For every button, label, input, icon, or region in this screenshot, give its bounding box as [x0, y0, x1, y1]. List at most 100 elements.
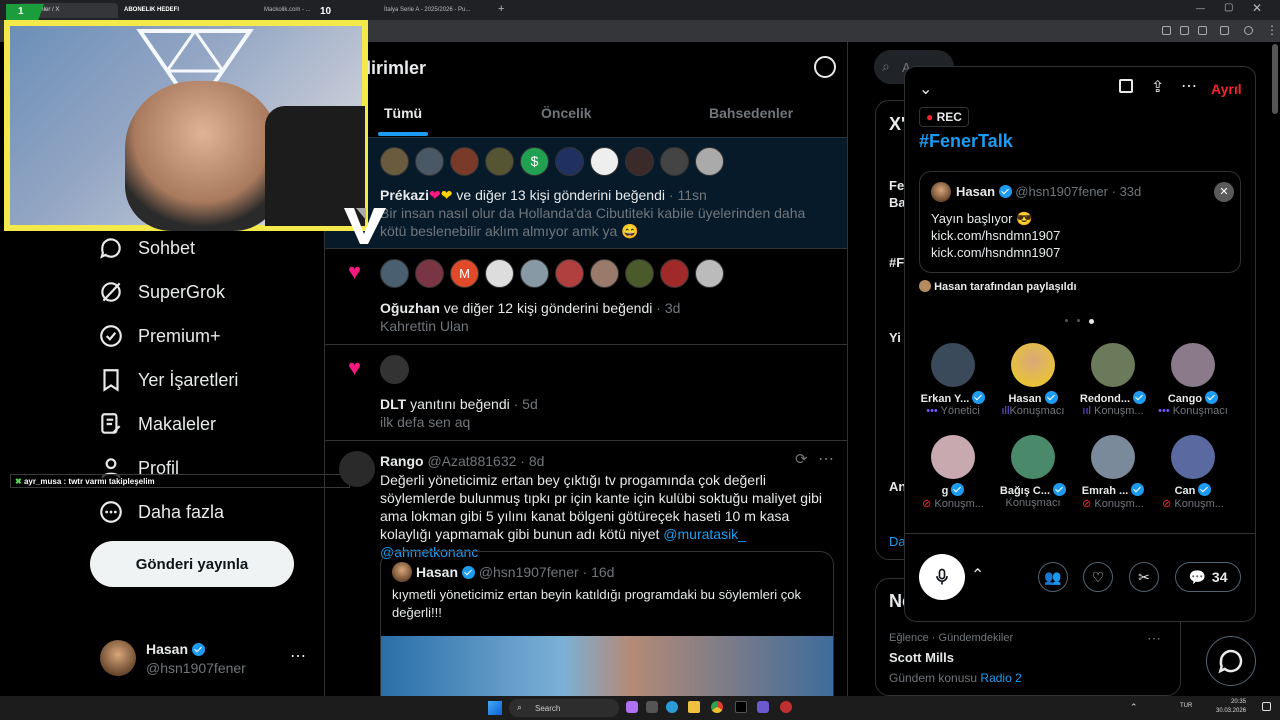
verified-icon	[951, 483, 965, 496]
app-icon[interactable]	[626, 701, 638, 713]
avatar	[931, 182, 951, 202]
search-icon: ⌕	[517, 702, 523, 712]
extensions-puzzle-icon[interactable]	[1220, 26, 1229, 35]
settings-gear-icon[interactable]	[814, 56, 836, 78]
tray-chevron-icon[interactable]: ⌃	[1130, 702, 1138, 713]
browser-menu-icon[interactable]: ⋮	[1266, 23, 1278, 37]
speaker[interactable]: Emrah ... ⊘ Konuşm...	[1077, 435, 1149, 510]
nav-premium[interactable]: Premium+	[98, 319, 221, 353]
app-icon[interactable]	[646, 701, 658, 713]
more-dots-icon[interactable]: ⋯	[1181, 76, 1197, 96]
mic-button[interactable]	[919, 554, 965, 600]
reaction-heart-icon[interactable]: ♡	[1083, 562, 1113, 592]
verified-icon	[1131, 483, 1145, 496]
stream-logo	[344, 208, 386, 244]
chat-icon	[100, 238, 121, 259]
more-dots-icon[interactable]: ⋯	[818, 449, 834, 469]
taskbar-search[interactable]: ⌕ Search	[509, 699, 619, 717]
app-icon[interactable]	[735, 701, 747, 713]
liker-avatars: $	[380, 147, 724, 176]
new-tab-icon[interactable]: +	[498, 3, 504, 15]
notification-text: ilk defa sen aq	[380, 414, 471, 430]
zoom-icon[interactable]	[1180, 26, 1189, 35]
share-icon[interactable]: ⇪	[1151, 77, 1164, 97]
mic-muted-icon: ⊘	[1082, 498, 1092, 510]
tab-abonelik[interactable]: ABONELIK HEDEFI	[118, 3, 248, 18]
speakers-grid: Erkan Y... ••• Yönetici Hasan ıllKonuşma…	[917, 343, 1247, 510]
speaker[interactable]: Hasan ıllKonuşmacı	[997, 343, 1069, 417]
heart-icon: ♥	[348, 355, 362, 380]
trend-item[interactable]: Eğlence · Gündemdekiler ⋯ Scott Mills Gü…	[889, 630, 1169, 685]
nav-articles[interactable]: Makaleler	[98, 407, 216, 441]
app-icon[interactable]	[780, 701, 792, 713]
rec-badge: ● REC	[919, 107, 969, 127]
leave-button[interactable]: Ayrıl	[1211, 81, 1242, 97]
speaker[interactable]: g ⊘ Konuşm...	[917, 435, 989, 510]
close-window-icon[interactable]: ✕	[1252, 1, 1262, 15]
verified-icon	[972, 391, 986, 404]
space-panel: ⌄ ⇪ ⋯ Ayrıl ● REC #FenerTalk Hasan @hsn1…	[904, 66, 1256, 622]
minimize-icon[interactable]: —	[1196, 3, 1205, 13]
chrome-icon[interactable]	[711, 701, 723, 713]
close-icon[interactable]: ✕	[1214, 182, 1234, 202]
speaker[interactable]: Can ⊘ Konuşm...	[1157, 435, 1229, 510]
windows-start-icon[interactable]	[488, 701, 502, 715]
nav-more[interactable]: Daha fazla	[98, 495, 224, 529]
speaker[interactable]: Bağış C... Konuşmacı	[997, 435, 1069, 510]
notification-item[interactable]: $ Prékazi❤❤ ve diğer 13 kişi gönderini b…	[325, 138, 847, 248]
verified-icon	[1198, 483, 1212, 496]
nav-sohbet[interactable]: Sohbet	[98, 231, 195, 265]
speaker[interactable]: Erkan Y... ••• Yönetici	[917, 343, 989, 417]
notification-text: Bir insan nasıl olur da Hollanda'da Cibu…	[380, 205, 806, 239]
edge-icon[interactable]	[666, 701, 678, 713]
avatar	[100, 640, 136, 676]
pinned-post[interactable]: Hasan @hsn1907fener · 33d ✕ Yayın başlıy…	[919, 171, 1241, 273]
collapse-chevron-icon[interactable]: ⌄	[919, 79, 932, 99]
grok-icon	[101, 282, 121, 302]
more-dots-icon[interactable]: ⋯	[1147, 630, 1161, 647]
speaker[interactable]: Redond... ııl Konuşm...	[1077, 343, 1149, 417]
notification-item[interactable]: ♥ DLT yanıtını beğendi · 5d ilk defa sen…	[325, 345, 847, 440]
verified-icon	[1133, 391, 1147, 404]
profile-icon[interactable]	[1244, 26, 1253, 35]
page-scrollbar[interactable]	[1272, 44, 1278, 114]
tab-mackolik[interactable]: Mackolik.com - ...	[258, 3, 368, 18]
tab-tumu[interactable]: Tümü	[384, 105, 422, 121]
browser-tab-strip: Bildirimler / X ABONELIK HEDEFI Mackolik…	[0, 0, 1280, 20]
bookmark-star-icon[interactable]	[1198, 26, 1207, 35]
expand-chevron-icon[interactable]: ⌃	[971, 565, 984, 585]
comments-button[interactable]: 💬 34	[1175, 562, 1241, 592]
account-switcher[interactable]: Hasan @hsn1907fener ⋯	[90, 632, 320, 682]
people-icon[interactable]: 👥	[1038, 562, 1068, 592]
language-indicator[interactable]: TUR	[1180, 703, 1192, 709]
quoted-tweet[interactable]: Hasan @hsn1907fener · 16d kıymetli yönet…	[380, 551, 834, 696]
messages-fab[interactable]	[1206, 636, 1256, 686]
quoted-media[interactable]	[381, 636, 833, 696]
space-title: #FenerTalk	[919, 131, 1013, 151]
article-icon	[101, 413, 121, 434]
post-button[interactable]: Gönderi yayınla	[90, 541, 294, 587]
notification-item[interactable]: ♥ M Oğuzhan ve diğer 12 kişi gönderini b…	[325, 249, 847, 344]
speaker[interactable]: Cango ••• Konuşmacı	[1157, 343, 1229, 417]
bookmark-icon	[103, 369, 119, 392]
tab-bahsedenler[interactable]: Bahsedenler	[709, 105, 793, 121]
more-dots-icon[interactable]: ⋯	[290, 646, 306, 666]
active-tab-indicator	[378, 132, 428, 136]
overlay-counter-right: 10	[320, 6, 332, 17]
folder-icon[interactable]	[688, 701, 700, 713]
nav-supergrok[interactable]: SuperGrok	[98, 275, 225, 309]
app-icon[interactable]	[757, 701, 769, 713]
nav-bookmarks[interactable]: Yer İşaretleri	[98, 363, 238, 397]
tweet[interactable]: Rango @Azat881632 · 8d ⟳ ⋯ Değerli yönet…	[325, 441, 847, 696]
tab-oncelik[interactable]: Öncelik	[541, 105, 592, 121]
clip-scissors-icon[interactable]: ✂	[1129, 562, 1159, 592]
dock-icon[interactable]	[1119, 79, 1133, 93]
tab-serie-a[interactable]: İtalya Serie A - 2025/2026 - Pu...	[378, 3, 493, 18]
grok-icon[interactable]: ⟳	[795, 450, 808, 468]
clock[interactable]: 20:35 30.03.2026	[1216, 698, 1246, 716]
pager-dots[interactable]	[1065, 319, 1094, 324]
maximize-icon[interactable]: ▢	[1224, 2, 1233, 13]
extension-icon[interactable]	[1162, 26, 1171, 35]
notification-icon[interactable]	[1262, 702, 1271, 711]
account-name: Hasan	[146, 641, 189, 657]
